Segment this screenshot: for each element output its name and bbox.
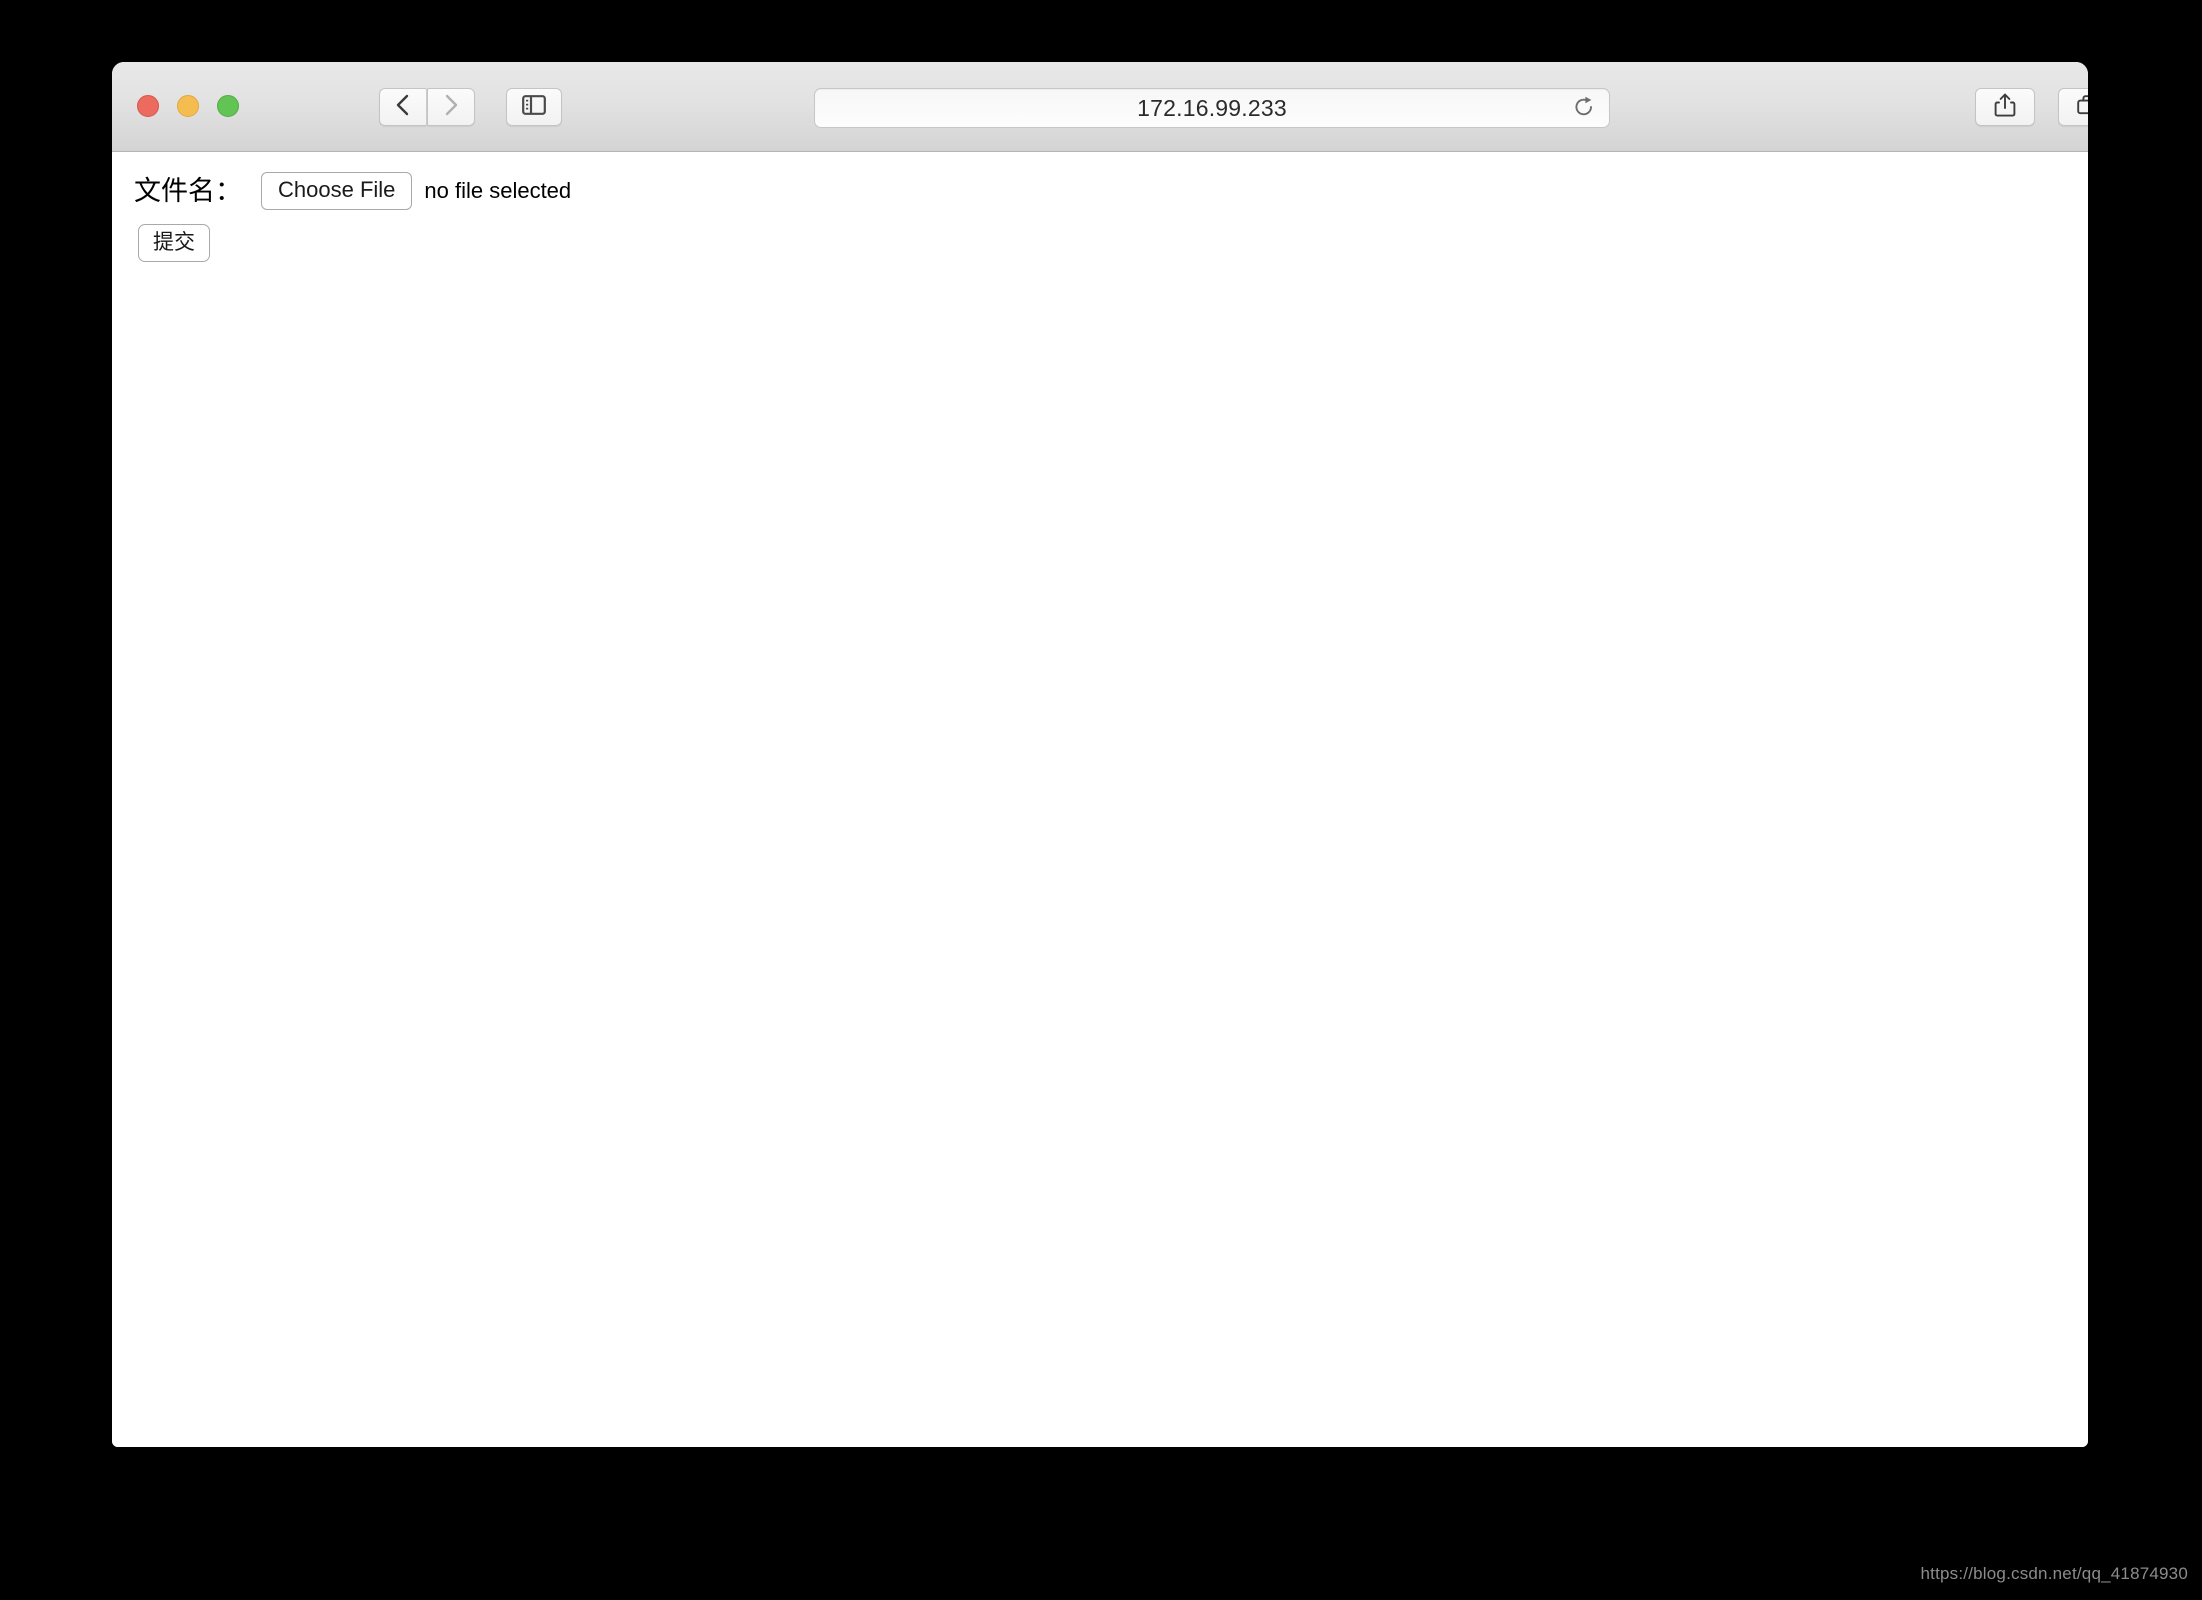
chevron-right-icon [443,93,459,122]
submit-row: 提交 [134,224,2088,263]
tab-overview-icon [2076,94,2088,121]
browser-toolbar: 172.16.99.233 [112,62,2088,152]
tab-overview-button[interactable] [2058,88,2088,126]
window-controls [137,95,239,117]
share-icon [1994,93,2016,122]
forward-button[interactable] [427,88,475,126]
zoom-button[interactable] [217,95,239,117]
close-button[interactable] [137,95,159,117]
browser-window: 172.16.99.233 文件名： Choose File no file s… [112,62,2088,1447]
choose-file-button[interactable]: Choose File [261,172,413,210]
share-button[interactable] [1975,88,2035,126]
watermark: https://blog.csdn.net/qq_41874930 [1920,1564,2188,1583]
file-upload-row: 文件名： Choose File no file selected [134,172,2088,210]
file-status-text: no file selected [424,178,572,203]
sidebar-icon [522,94,546,120]
reload-button[interactable] [1573,96,1595,120]
submit-button[interactable]: 提交 [138,224,210,263]
address-bar[interactable]: 172.16.99.233 [814,88,1610,128]
page-content: 文件名： Choose File no file selected 提交 [112,152,2088,1447]
minimize-button[interactable] [177,95,199,117]
chevron-left-icon [395,93,411,122]
url-text: 172.16.99.233 [1137,94,1287,121]
back-button[interactable] [379,88,427,126]
sidebar-toggle-button[interactable] [506,88,562,126]
file-name-label: 文件名： [134,175,242,206]
